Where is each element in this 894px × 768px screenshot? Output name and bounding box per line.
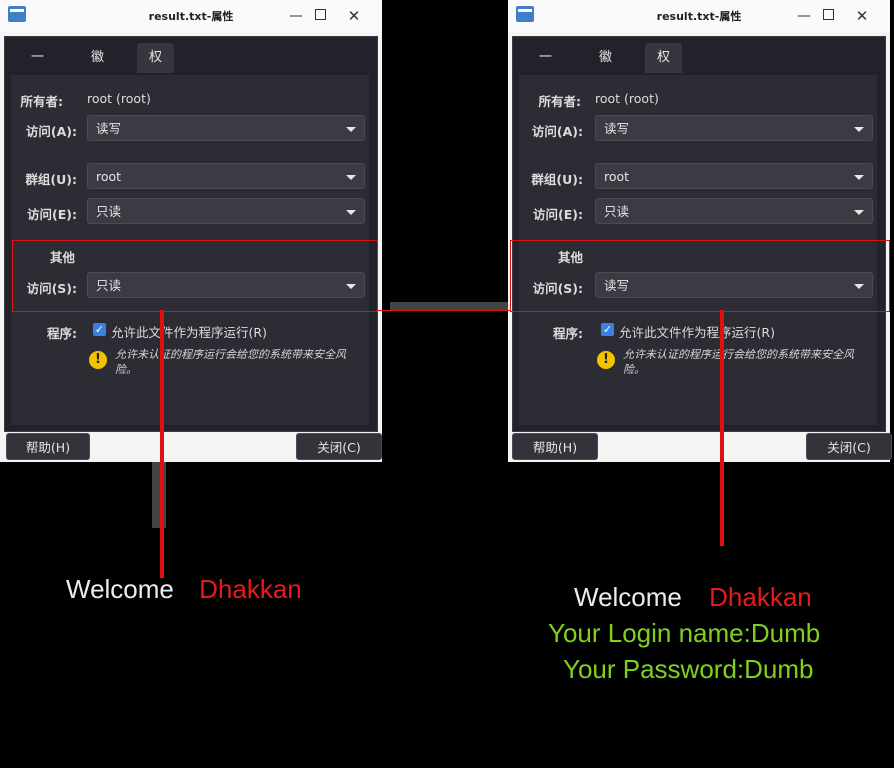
dialog-body: 一般 徽标 权限 所有者: root (root) 访问(A): 读写 群组(U… (4, 36, 378, 432)
owner-label: 所有者: (538, 94, 582, 109)
title-bar: result.txt-属性 — ✕ (0, 0, 382, 32)
tab-emblems[interactable]: 徽标 (79, 43, 116, 95)
close-button[interactable]: 关闭(C) (806, 433, 892, 460)
warning-icon: ! (597, 351, 615, 369)
close-button[interactable]: 关闭(C) (296, 433, 382, 460)
chevron-down-icon (346, 210, 356, 215)
owner-label: 所有者: (20, 94, 64, 109)
group-access-select[interactable]: 只读 (87, 198, 365, 224)
dialog-body: 一般 徽标 权限 所有者: root (root) 访问(A): 读写 群组(U… (512, 36, 886, 432)
warning-text: 允许未认证的程序运行会给您的系统带来安全风险。 (623, 348, 854, 376)
maximize-icon[interactable] (310, 6, 330, 26)
tab-general[interactable]: 一般 (19, 43, 56, 95)
password-text: Your Password:Dumb (563, 654, 814, 684)
minimize-icon[interactable]: — (286, 6, 306, 26)
arrow-line-left (160, 310, 164, 578)
exec-checkbox[interactable]: ✓ (601, 323, 614, 336)
exec-checkbox-label: 允许此文件作为程序运行(R) (619, 325, 775, 340)
group-select[interactable]: root (87, 163, 365, 189)
tab-permissions[interactable]: 权限 (137, 43, 175, 95)
welcome-text: Welcome (66, 574, 174, 604)
tab-general[interactable]: 一般 (527, 43, 564, 95)
warning-text: 允许未认证的程序运行会给您的系统带来安全风险。 (115, 348, 346, 376)
group-label: 群组(U): (531, 172, 583, 187)
maximize-icon[interactable] (818, 6, 838, 26)
tab-permissions[interactable]: 权限 (645, 43, 683, 95)
exec-checkbox-label: 允许此文件作为程序运行(R) (111, 325, 267, 340)
owner-access-value: 读写 (96, 121, 122, 136)
close-icon[interactable]: ✕ (852, 6, 872, 26)
access-a-label: 访问(A): (531, 124, 583, 139)
divider-bar (390, 302, 510, 310)
program-label: 程序: (553, 326, 583, 341)
minimize-icon[interactable]: — (794, 6, 814, 26)
username-text: Dhakkan (709, 582, 812, 612)
title-bar: result.txt-属性 — ✕ (508, 0, 890, 32)
owner-value: root (root) (87, 91, 151, 106)
connector-line-horizontal (376, 310, 510, 311)
access-e-label: 访问(E): (533, 207, 583, 222)
group-access-select[interactable]: 只读 (595, 198, 873, 224)
highlight-box-right (510, 240, 890, 312)
exec-checkbox[interactable]: ✓ (93, 323, 106, 336)
group-select[interactable]: root (595, 163, 873, 189)
owner-access-value: 读写 (604, 121, 630, 136)
owner-value: root (root) (595, 91, 659, 106)
arrow-line-right (720, 310, 724, 546)
chevron-down-icon (346, 127, 356, 132)
welcome-text: Welcome (574, 582, 682, 612)
group-access-value: 只读 (96, 204, 122, 219)
access-a-label: 访问(A): (25, 124, 77, 139)
properties-window-left: result.txt-属性 — ✕ 一般 徽标 权限 所有者: root (ro… (0, 0, 382, 462)
username-text: Dhakkan (199, 574, 302, 604)
close-icon[interactable]: ✕ (344, 6, 364, 26)
group-access-value: 只读 (604, 204, 630, 219)
login-name-text: Your Login name:Dumb (548, 618, 821, 648)
group-label: 群组(U): (25, 172, 77, 187)
chevron-down-icon (854, 210, 864, 215)
properties-window-right: result.txt-属性 — ✕ 一般 徽标 权限 所有者: root (ro… (508, 0, 892, 462)
group-value: root (96, 169, 122, 184)
help-button[interactable]: 帮助(H) (6, 433, 90, 460)
access-e-label: 访问(E): (27, 207, 77, 222)
chevron-down-icon (854, 127, 864, 132)
warning-icon: ! (89, 351, 107, 369)
group-value: root (604, 169, 630, 184)
chevron-down-icon (854, 175, 864, 180)
welcome-caption-left: Welcome Dhakkan (66, 574, 302, 605)
highlight-box-left (12, 240, 378, 312)
help-button[interactable]: 帮助(H) (512, 433, 598, 460)
owner-access-select[interactable]: 读写 (87, 115, 365, 141)
chevron-down-icon (346, 175, 356, 180)
program-label: 程序: (47, 326, 77, 341)
owner-access-select[interactable]: 读写 (595, 115, 873, 141)
welcome-caption-right: Welcome Dhakkan (574, 582, 812, 613)
tab-emblems[interactable]: 徽标 (587, 43, 624, 95)
